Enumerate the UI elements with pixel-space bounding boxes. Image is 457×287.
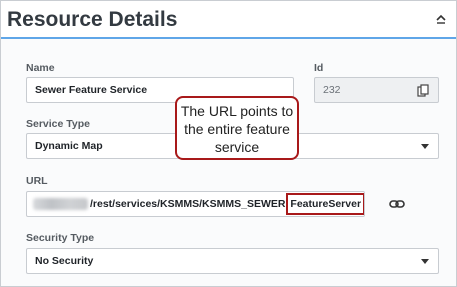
- url-path: /rest/services/KSMMS/KSMMS_SEWER.: [90, 198, 289, 210]
- page-title: Resource Details: [7, 8, 178, 31]
- url-callout: The URL points to the entire feature ser…: [175, 96, 299, 160]
- url-label: URL: [26, 175, 48, 187]
- resource-details-panel: Resource Details Name Sewer Feature Serv…: [0, 0, 457, 287]
- id-label: Id: [314, 62, 324, 74]
- name-label: Name: [26, 62, 55, 74]
- id-field: 232: [314, 77, 439, 103]
- service-type-label: Service Type: [26, 118, 91, 130]
- url-highlight: FeatureServer: [286, 193, 364, 215]
- security-type-label: Security Type: [26, 232, 95, 244]
- chevron-up-icon[interactable]: [434, 12, 448, 26]
- security-type-value: No Security: [35, 255, 94, 267]
- id-value: 232: [323, 84, 341, 96]
- link-icon[interactable]: [389, 198, 405, 210]
- copy-icon[interactable]: [417, 84, 429, 98]
- security-type-select[interactable]: No Security: [26, 248, 439, 274]
- url-field[interactable]: /rest/services/KSMMS/KSMMS_SEWER. Feature…: [26, 191, 365, 217]
- service-type-value: Dynamic Map: [35, 140, 103, 152]
- caret-down-icon: [421, 144, 429, 149]
- redacted-host: [33, 198, 88, 211]
- caret-down-icon: [421, 259, 429, 264]
- panel-header: Resource Details: [1, 1, 456, 39]
